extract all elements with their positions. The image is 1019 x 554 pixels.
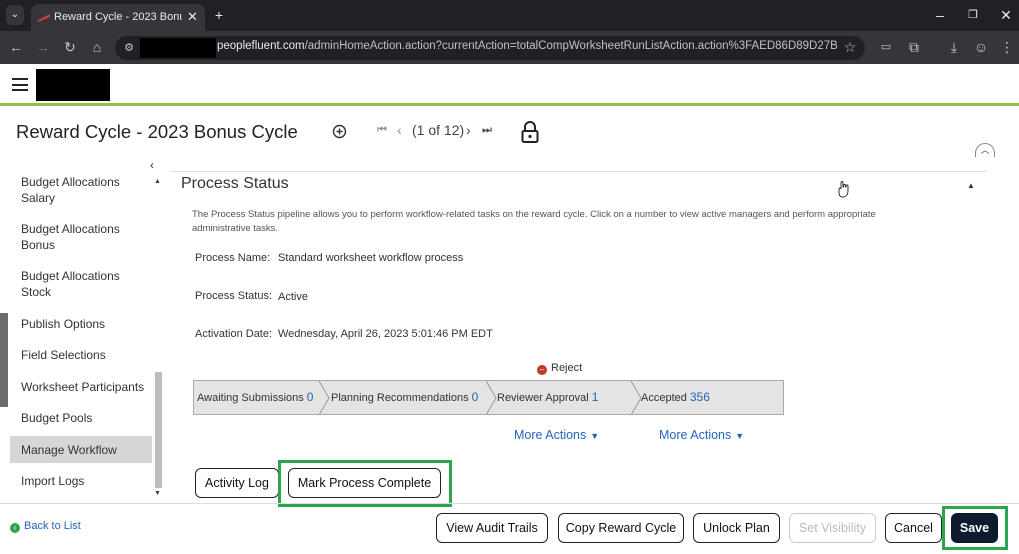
workflow-pipeline: Awaiting Submissions 0 Planning Recommend… — [193, 380, 784, 415]
page-count: (1 of 12) — [412, 122, 465, 138]
prev-page-icon[interactable]: ‹ — [397, 122, 402, 138]
pipeline-step-accepted: Accepted 356 — [641, 390, 710, 404]
back-arrow-circle-icon: ‹ — [10, 523, 20, 533]
pipeline-count-accepted[interactable]: 356 — [690, 390, 710, 404]
next-page-icon[interactable]: › — [466, 122, 471, 138]
sidebar-item-budget-allocations-bonus[interactable]: Budget Allocations Bonus — [21, 221, 146, 253]
window-close-icon[interactable]: ✕ — [998, 5, 1014, 25]
set-visibility-button[interactable]: Set Visibility — [789, 513, 876, 543]
activation-date-value: Wednesday, April 26, 2023 5:01:46 PM EDT — [278, 328, 493, 340]
reject-icon: – — [537, 365, 547, 375]
sidebar-item-budget-allocations-stock[interactable]: Budget Allocations Stock — [21, 268, 146, 300]
process-status-value: Active — [278, 291, 308, 303]
sidebar-scrollbar[interactable] — [155, 372, 162, 488]
scroll-up-icon[interactable]: ▲ — [154, 178, 161, 185]
sidebar-collapse-icon[interactable]: ‹ — [150, 158, 154, 172]
section-divider — [172, 171, 987, 172]
bookmark-star-icon[interactable]: ☆ — [841, 38, 859, 56]
process-name-value: Standard worksheet workflow process — [278, 252, 464, 264]
tab-search-icon[interactable]: ⌄ — [6, 5, 24, 25]
page-title: Reward Cycle - 2023 Bonus Cycle — [16, 121, 298, 142]
home-icon[interactable]: ⌂ — [88, 38, 106, 56]
save-button[interactable]: Save — [951, 513, 998, 543]
activity-log-button[interactable]: Activity Log — [195, 468, 279, 498]
activation-date-label: Activation Date: — [195, 328, 273, 340]
chevron-down-icon: ▼ — [590, 431, 600, 441]
copy-reward-cycle-button[interactable]: Copy Reward Cycle — [558, 513, 684, 543]
menu-kebab-icon[interactable]: ⋮ — [998, 38, 1016, 56]
collapse-header-icon[interactable]: ︿ — [975, 143, 995, 157]
view-audit-trails-button[interactable]: View Audit Trails — [436, 513, 548, 543]
site-favicon-icon — [38, 14, 50, 22]
unlock-plan-button[interactable]: Unlock Plan — [693, 513, 780, 543]
reload-icon[interactable]: ↻ — [61, 38, 79, 56]
section-collapse-icon[interactable]: ▲ — [967, 181, 975, 190]
extensions-icon[interactable]: ⧉ — [905, 38, 923, 56]
browser-tab[interactable]: Reward Cycle - 2023 Bonus Cyc ✕ — [31, 4, 205, 31]
back-to-list-link[interactable]: ‹ Back to List — [10, 520, 81, 533]
pipeline-step-planning-recommendations: Planning Recommendations 0 — [331, 390, 479, 404]
footer-divider — [0, 503, 1019, 504]
more-actions-dropdown-2[interactable]: More Actions ▼ — [659, 428, 744, 442]
pipeline-count-planning[interactable]: 0 — [472, 390, 479, 404]
last-page-icon[interactable]: ⏭ — [482, 124, 492, 137]
pipeline-count-awaiting[interactable]: 0 — [307, 390, 314, 404]
sidebar-nav: Budget Allocations Salary Budget Allocat… — [0, 174, 164, 500]
mouse-cursor-icon — [838, 181, 849, 198]
scroll-down-icon[interactable]: ▼ — [154, 490, 161, 497]
add-circle-icon[interactable] — [332, 124, 347, 139]
tab-close-icon[interactable]: ✕ — [187, 9, 198, 25]
sidebar-item-import-logs[interactable]: Import Logs — [21, 473, 146, 489]
pipeline-step-reviewer-approval: Reviewer Approval 1 — [497, 390, 599, 404]
process-status-label: Process Status: — [195, 290, 273, 302]
restore-icon[interactable]: ❐ — [965, 5, 981, 25]
hamburger-menu-icon[interactable] — [12, 78, 28, 91]
redacted-subdomain — [140, 38, 216, 58]
tab-title: Reward Cycle - 2023 Bonus Cyc — [54, 11, 182, 23]
pipeline-chevron — [319, 381, 330, 415]
url-text[interactable]: peoplefluent.com/adminHomeAction.action?… — [217, 40, 837, 52]
more-actions-dropdown-1[interactable]: More Actions ▼ — [514, 428, 599, 442]
mark-process-complete-button[interactable]: Mark Process Complete — [288, 468, 441, 498]
company-logo — [36, 69, 110, 101]
cast-icon[interactable]: ▭ — [877, 38, 895, 56]
sidebar-item-budget-allocations-salary[interactable]: Budget Allocations Salary — [21, 174, 146, 206]
pipeline-step-awaiting-submissions: Awaiting Submissions 0 — [197, 390, 314, 404]
sidebar-item-field-selections[interactable]: Field Selections — [21, 347, 146, 363]
app-header — [0, 64, 1019, 106]
first-page-icon[interactable]: ⏮ — [377, 124, 387, 137]
lock-icon[interactable] — [521, 121, 539, 143]
site-info-icon[interactable]: ⚙ — [120, 39, 138, 57]
reject-link[interactable]: – Reject — [537, 362, 582, 375]
new-tab-icon[interactable]: + — [211, 5, 227, 25]
back-arrow-icon[interactable]: ← — [7, 38, 25, 56]
cancel-button[interactable]: Cancel — [885, 513, 942, 543]
minimize-icon[interactable]: – — [932, 5, 948, 25]
sidebar-item-publish-options[interactable]: Publish Options — [21, 316, 146, 332]
forward-arrow-icon[interactable]: → — [34, 38, 52, 56]
download-icon[interactable]: ⤓ — [945, 38, 963, 56]
browser-tab-bar: ⌄ Reward Cycle - 2023 Bonus Cyc ✕ + – ❐ … — [0, 0, 1019, 31]
profile-icon[interactable]: ☺ — [972, 38, 990, 56]
chevron-down-icon: ▼ — [735, 431, 745, 441]
section-title: Process Status — [181, 175, 289, 192]
sidebar-item-manage-workflow[interactable]: Manage Workflow — [21, 442, 146, 458]
sidebar-item-worksheet-participants[interactable]: Worksheet Participants — [21, 379, 146, 395]
process-name-label: Process Name: — [195, 252, 271, 264]
pipeline-count-reviewer[interactable]: 1 — [592, 390, 599, 404]
sidebar-item-budget-pools[interactable]: Budget Pools — [21, 410, 146, 426]
process-description: The Process Status pipeline allows you t… — [192, 209, 876, 234]
